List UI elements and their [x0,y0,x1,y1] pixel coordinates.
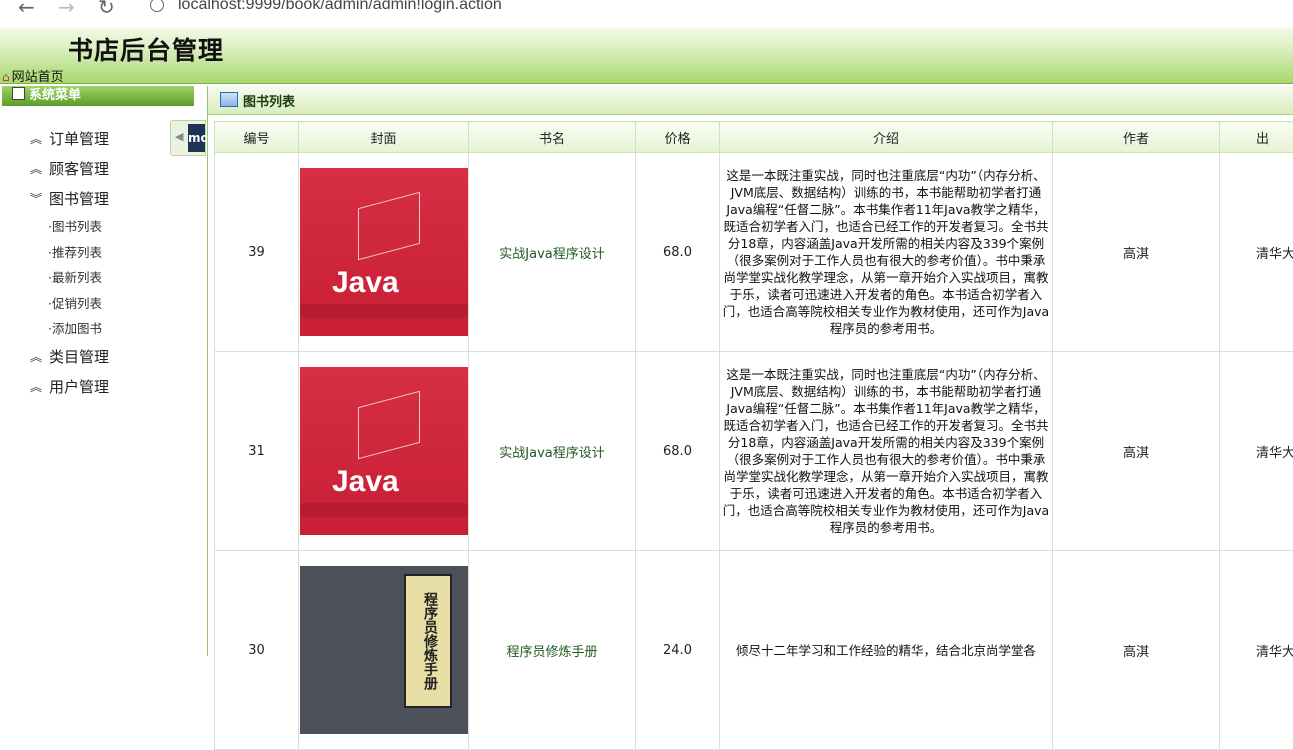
book-publisher: 清华大 [1220,352,1293,551]
menu-group-label: 类目管理 [49,348,109,366]
collapse-sidebar-button[interactable]: ◀ mo [170,120,206,156]
menu-group-label: 图书管理 [49,190,109,208]
book-price: 24.0 [636,551,720,750]
cover-strip [300,304,468,318]
cover-title: Java [332,465,399,499]
chevron-up-icon: ︽ [30,342,42,372]
menu-group-books[interactable]: ︾ 图书管理 [0,184,196,214]
table-row[interactable]: 30 程序员修炼手册 程序员修炼手册 24.0 倾尽十二年学习和工作经验的精华，… [215,551,1293,750]
column-header[interactable]: 价格 [636,122,720,153]
forward-arrow-icon[interactable]: → [58,0,75,14]
chevron-up-icon: ︽ [30,154,42,184]
browser-toolbar: ← → ↻ localhost:9999/book/admin/admin!lo… [0,0,1293,28]
book-name[interactable]: 程序员修炼手册 [469,551,636,750]
home-icon: ⌂ [2,70,10,84]
book-cover-cell: Java [299,153,469,352]
book-id: 30 [215,551,299,750]
table-row[interactable]: 39 Java 实战Java程序设计 68.0 这是一本既注重实战，同时也注重底… [215,153,1293,352]
book-publisher: 清华大 [1220,153,1293,352]
menu-group-label: 顾客管理 [49,160,109,178]
edit-icon [12,87,25,100]
book-cover-image[interactable]: Java [300,367,468,535]
menu-item-promo-list[interactable]: ·促销列表 [0,291,196,317]
reload-icon[interactable]: ↻ [98,0,115,14]
book-cover-image[interactable]: Java [300,168,468,336]
chevron-up-icon: ︽ [30,372,42,402]
menu-group-label: 订单管理 [49,130,109,148]
cover-strip [300,503,468,517]
app-title: 书店后台管理 [68,31,224,67]
book-author: 高淇 [1053,153,1220,352]
menu-item-add-book[interactable]: ·添加图书 [0,316,196,342]
column-header[interactable]: 编号 [215,122,299,153]
column-header[interactable]: 封面 [299,122,469,153]
book-name[interactable]: 实战Java程序设计 [469,153,636,352]
cover-illustration [358,391,420,460]
menu-header: 系统菜单 [2,86,194,106]
layout-splitter[interactable] [196,86,204,656]
floating-widget-icon[interactable]: mo [188,124,205,152]
table-row[interactable]: 31 Java 实战Java程序设计 68.0 这是一本既注重实战，同时也注重底… [215,352,1293,551]
menu-group-orders[interactable]: ︽ 订单管理 [0,124,196,154]
cover-title: 程序员修炼手册 [404,574,452,708]
book-cover-cell: Java [299,352,469,551]
panel-header: 图书列表 [208,86,1293,115]
column-header[interactable]: 出 [1220,122,1293,153]
menu-group-categories[interactable]: ︽ 类目管理 [0,342,196,372]
app-header: 书店后台管理 ⌂网站首页 [0,27,1293,84]
book-id: 39 [215,153,299,352]
column-header[interactable]: 书名 [469,122,636,153]
menu-header-label: 系统菜单 [29,88,81,103]
chevron-down-icon: ︾ [30,184,42,214]
panel-title: 图书列表 [243,95,295,110]
menu-group-customers[interactable]: ︽ 顾客管理 [0,154,196,184]
home-link-label: 网站首页 [12,70,64,85]
grid-icon [220,92,238,107]
column-header[interactable]: 介绍 [720,122,1053,153]
address-bar[interactable]: localhost:9999/book/admin/admin!login.ac… [150,0,502,14]
menu-item-book-list[interactable]: ·图书列表 [0,214,196,240]
book-author: 高淇 [1053,551,1220,750]
book-description: 这是一本既注重实战，同时也注重底层“内功”（内存分析、JVM底层、数据结构）训练… [720,352,1053,551]
book-cover-image[interactable]: 程序员修炼手册 [300,566,468,734]
chevron-left-icon: ◀ [175,130,183,143]
book-table: 编号 封面 书名 价格 介绍 作者 出 39 Java 实战Java程序设计 6… [214,121,1293,750]
book-name[interactable]: 实战Java程序设计 [469,352,636,551]
menu-group-label: 用户管理 [49,378,109,396]
book-cover-cell: 程序员修炼手册 [299,551,469,750]
sidebar-menu: 系统菜单 ︽ 订单管理 ︽ 顾客管理 ︾ 图书管理 ·图书列表 ·推荐列表 ·最… [0,86,197,404]
cover-title: Java [332,266,399,300]
menu-item-newest-list[interactable]: ·最新列表 [0,265,196,291]
menu-item-recommend-list[interactable]: ·推荐列表 [0,240,196,266]
book-id: 31 [215,352,299,551]
book-list-panel: 图书列表 编号 封面 书名 价格 介绍 作者 出 39 Java 实战 [207,86,1293,656]
menu-group-users[interactable]: ︽ 用户管理 [0,372,196,402]
chevron-up-icon: ︽ [30,124,42,154]
book-description: 倾尽十二年学习和工作经验的精华，结合北京尚学堂各 [720,551,1053,750]
table-header-row: 编号 封面 书名 价格 介绍 作者 出 [215,122,1293,153]
url-text: localhost:9999/book/admin/admin!login.ac… [178,0,502,13]
home-link[interactable]: ⌂网站首页 [2,66,64,85]
cover-illustration [358,192,420,261]
book-price: 68.0 [636,352,720,551]
back-arrow-icon[interactable]: ← [18,0,35,14]
book-author: 高淇 [1053,352,1220,551]
book-price: 68.0 [636,153,720,352]
site-info-icon[interactable] [150,0,164,12]
book-publisher: 清华大 [1220,551,1293,750]
book-description: 这是一本既注重实战，同时也注重底层“内功”（内存分析、JVM底层、数据结构）训练… [720,153,1053,352]
column-header[interactable]: 作者 [1053,122,1220,153]
